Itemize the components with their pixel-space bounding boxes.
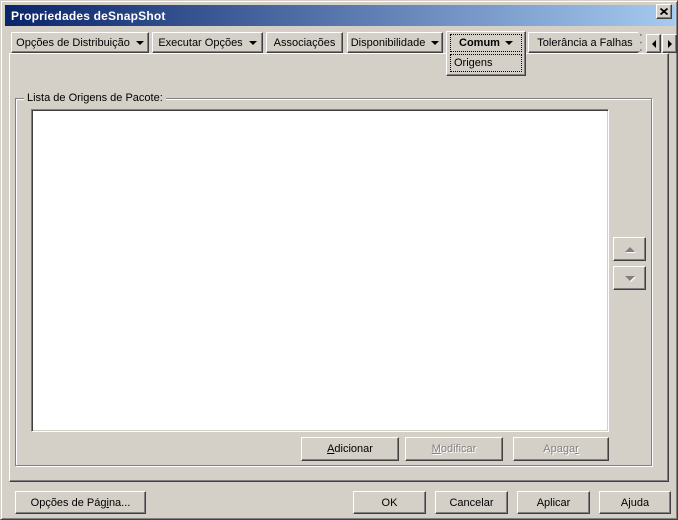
tab-label: Opções de Distribuição <box>16 36 130 49</box>
tab-comum[interactable]: Comum <box>450 34 522 52</box>
button-label: Aplicar <box>536 496 571 509</box>
dropdown-arrow-icon <box>504 41 513 45</box>
add-button[interactable]: Adicionar <box>301 437 399 461</box>
tab-label: Comum <box>459 37 500 49</box>
tab-label: Tolerância a Falhas <box>537 36 633 49</box>
title-bar: Propriedades deSnapShot <box>5 5 675 26</box>
tab-associacoes[interactable]: Associações <box>266 32 343 53</box>
help-button[interactable]: Ajuda <box>599 491 671 514</box>
subtab-label: Origens <box>454 57 493 69</box>
modify-button[interactable]: Modificar <box>405 437 503 461</box>
button-label: Apagar <box>543 443 579 455</box>
ok-button[interactable]: OK <box>353 491 426 514</box>
up-arrow-icon <box>624 246 635 252</box>
button-label: Opções de Página... <box>30 496 131 509</box>
groupbox-label: Lista de Origens de Pacote: <box>24 91 166 105</box>
subtab-origens[interactable]: Origens <box>450 54 522 72</box>
move-down-button[interactable] <box>613 266 646 290</box>
tab-label: Associações <box>273 36 336 49</box>
page-options-button[interactable]: Opções de Página... <box>15 491 146 514</box>
dropdown-arrow-icon <box>135 40 144 45</box>
tab-tolerancia-a-falhas[interactable]: Tolerância a Falhas <box>528 32 642 53</box>
button-label: OK <box>381 496 398 509</box>
button-label: Adicionar <box>327 443 373 455</box>
apply-button[interactable]: Aplicar <box>517 491 590 514</box>
cancel-button[interactable]: Cancelar <box>435 491 508 514</box>
dropdown-arrow-icon <box>431 40 440 45</box>
tab-scroll-right-button[interactable] <box>662 34 677 53</box>
tab-scroll-left-button[interactable] <box>646 34 661 53</box>
package-source-listbox[interactable] <box>31 109 609 432</box>
button-label: Ajuda <box>620 496 650 509</box>
move-up-button[interactable] <box>613 237 646 261</box>
tab-disponibilidade[interactable]: Disponibilidade <box>347 32 443 53</box>
delete-button[interactable]: Apagar <box>513 437 609 461</box>
dialog-window: Propriedades deSnapShot Opções de Distri… <box>0 0 678 520</box>
close-icon <box>659 6 669 18</box>
close-button[interactable] <box>656 4 672 19</box>
dropdown-arrow-icon <box>248 40 257 45</box>
button-label: Cancelar <box>449 496 494 509</box>
button-label: Modificar <box>431 443 477 455</box>
tab-label: Executar Opções <box>158 36 243 49</box>
window-title: Propriedades deSnapShot <box>11 8 166 23</box>
left-arrow-icon <box>651 39 656 48</box>
tab-comum-active-block: Comum Origens <box>446 31 526 76</box>
down-arrow-icon <box>624 275 635 281</box>
tab-executar-opcoes[interactable]: Executar Opções <box>152 32 263 53</box>
tab-opcoes-de-distribuicao[interactable]: Opções de Distribuição <box>11 32 149 53</box>
tab-label: Disponibilidade <box>350 36 426 49</box>
right-arrow-icon <box>667 39 672 48</box>
